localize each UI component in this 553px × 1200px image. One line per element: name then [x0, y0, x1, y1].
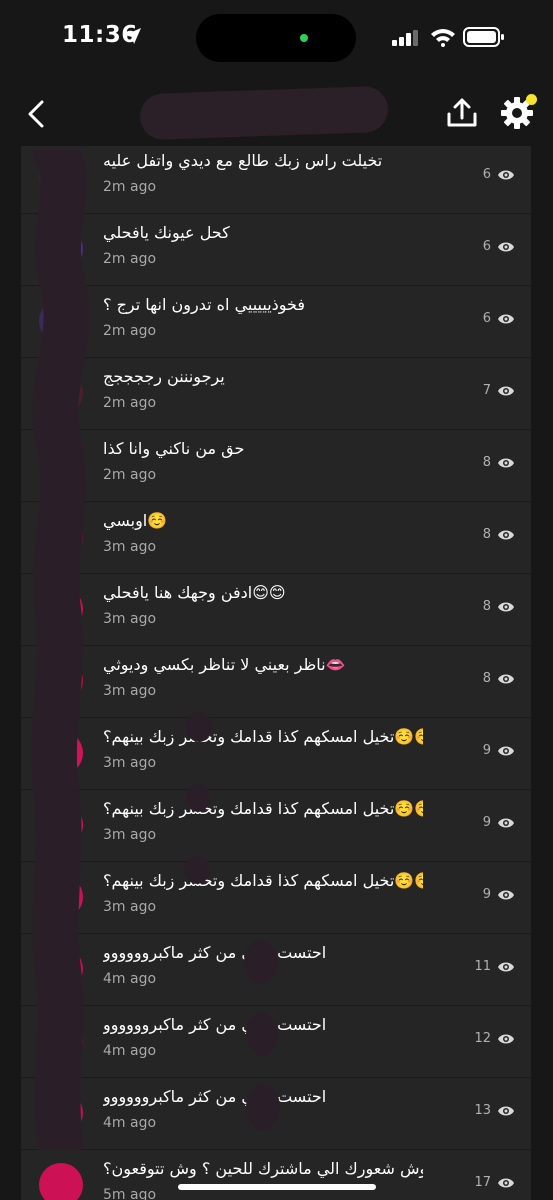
camera-indicator-icon [300, 34, 308, 42]
eye-icon [498, 242, 514, 252]
message-text: فخوذيييييي اه تدرون انها ترج ؟ [103, 295, 306, 314]
redaction-blob [186, 712, 212, 742]
timestamp: 2m ago [103, 251, 157, 267]
share-upload-icon[interactable] [446, 96, 478, 130]
eye-icon [498, 962, 514, 972]
timestamp: 4m ago [103, 1115, 157, 1131]
message-text: اوبسي☺️ [103, 511, 168, 530]
message-text: تخيلت راس زبك طالع مع ديدي واتفل عليه [103, 151, 383, 170]
list-item[interactable]: وش شعورك الي ماشترك للحين ؟ وش تتوقعون؟☺… [21, 1149, 531, 1200]
timestamp: 2m ago [103, 323, 157, 339]
eye-icon [498, 818, 514, 828]
message-text: حق من ناكني وانا كذا [103, 439, 245, 458]
view-count: 9 [482, 743, 491, 758]
message-text: تخيل امسكهم كذا قدامك وتحشر زبك بينهم؟☺️… [103, 871, 423, 890]
message-text: وش شعورك الي ماشترك للحين ؟ وش تتوقعون؟☺… [103, 1159, 423, 1178]
view-count: 7 [482, 383, 491, 398]
battery-icon [463, 27, 504, 47]
view-count: 12 [474, 1031, 491, 1046]
status-bar: 11:36 [0, 0, 553, 80]
timestamp: 3m ago [103, 683, 157, 699]
redaction-blob [246, 1012, 278, 1056]
view-count: 17 [474, 1175, 491, 1190]
timestamp: 2m ago [103, 395, 157, 411]
redaction-scribble [30, 150, 90, 1150]
message-text: ناظر بعيني لا تناظر بكسي وديوثي👄 [103, 655, 346, 674]
eye-icon [498, 1106, 514, 1116]
timestamp: 4m ago [103, 971, 157, 987]
redaction-blob [246, 1084, 280, 1130]
timestamp: 3m ago [103, 539, 157, 555]
eye-icon [498, 602, 514, 612]
view-count: 8 [482, 671, 491, 686]
cellular-signal-icon [392, 30, 418, 46]
view-count: 9 [482, 815, 491, 830]
view-count: 13 [474, 1103, 491, 1118]
notification-dot [526, 94, 537, 105]
redacted-title [139, 85, 389, 141]
eye-icon [498, 890, 514, 900]
view-count: 8 [482, 527, 491, 542]
view-count: 6 [482, 167, 491, 182]
timestamp: 4m ago [103, 1043, 157, 1059]
timestamp: 2m ago [103, 179, 157, 195]
message-text: يرجونننن رججججج [103, 367, 225, 386]
view-count: 6 [482, 239, 491, 254]
timestamp: 2m ago [103, 467, 157, 483]
view-count: 6 [482, 311, 491, 326]
eye-icon [498, 1034, 514, 1044]
eye-icon [498, 170, 514, 180]
header-bar [0, 80, 553, 150]
message-text: تخيل امسكهم كذا قدامك وتحشر زبك بينهم؟☺️… [103, 727, 423, 746]
view-count: 8 [482, 599, 491, 614]
redaction-blob [184, 856, 210, 884]
home-indicator[interactable] [178, 1184, 376, 1190]
eye-icon [498, 386, 514, 396]
eye-icon [498, 1178, 514, 1188]
timestamp: 3m ago [103, 827, 157, 843]
back-chevron-icon[interactable] [26, 100, 46, 128]
timestamp: 3m ago [103, 611, 157, 627]
redaction-blob [186, 784, 210, 812]
location-arrow-icon [125, 28, 141, 44]
message-text: كحل عيونك يافحلي [103, 223, 230, 242]
wifi-icon [431, 29, 455, 47]
dynamic-island [196, 14, 356, 62]
view-count: 8 [482, 455, 491, 470]
message-text: ادفن وجهك هنا يافحلي😊😊 [103, 583, 286, 602]
eye-icon [498, 458, 514, 468]
eye-icon [498, 314, 514, 324]
eye-icon [498, 746, 514, 756]
timestamp: 5m ago [103, 1187, 157, 1200]
view-count: 11 [474, 959, 491, 974]
eye-icon [498, 674, 514, 684]
avatar [39, 1163, 83, 1200]
view-count: 9 [482, 887, 491, 902]
message-text: تخيل امسكهم كذا قدامك وتحشر زبك بينهم؟☺️… [103, 799, 423, 818]
timestamp: 3m ago [103, 899, 157, 915]
timestamp: 3m ago [103, 755, 157, 771]
eye-icon [498, 530, 514, 540]
redaction-blob [244, 940, 278, 984]
